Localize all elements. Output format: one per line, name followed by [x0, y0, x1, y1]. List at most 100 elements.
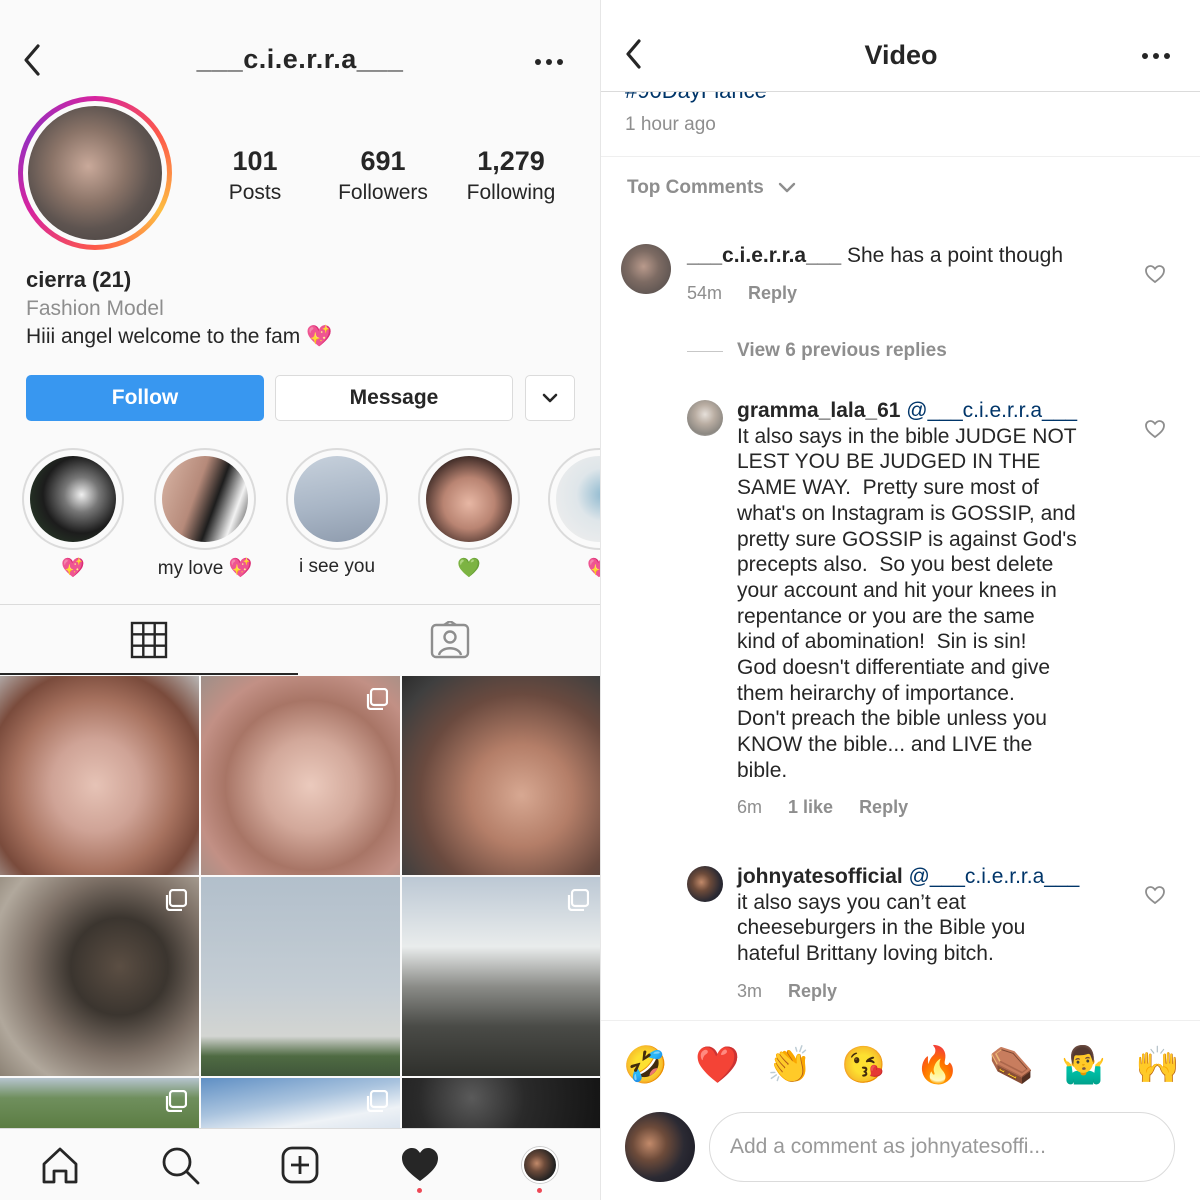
emoji-clap[interactable]: 👏	[767, 1043, 812, 1087]
highlight-caption: 💚	[457, 558, 481, 579]
follow-button[interactable]: Follow	[26, 375, 264, 421]
profile-avatar[interactable]	[18, 96, 172, 250]
highlight-caption: 💖	[61, 558, 85, 579]
nav-home[interactable]	[38, 1143, 82, 1187]
stat-number: 691	[360, 146, 406, 176]
comment-time: 3m	[737, 981, 763, 1001]
comment-line: repentance or you are the same	[737, 604, 1035, 628]
comment-meta: 3m Reply	[737, 981, 837, 1002]
highlight-caption: my love 💖	[157, 558, 253, 579]
comment-line: kind of abomination! Sin is sin!	[737, 630, 1027, 654]
status-bar	[40, 0, 580, 4]
view-previous-replies[interactable]: View 6 previous replies	[687, 340, 947, 362]
more-options-button[interactable]	[1139, 46, 1179, 66]
comment-line: cheeseburgers in the Bible you	[737, 916, 1026, 940]
likes-count[interactable]: 1 like	[788, 797, 833, 818]
notification-dot	[537, 1188, 542, 1193]
comment-input[interactable]	[709, 1112, 1175, 1182]
emoji-rofl[interactable]: 🤣	[623, 1043, 668, 1087]
story-highlight[interactable]: 💖	[548, 448, 600, 580]
heart-outline-icon[interactable]	[1144, 418, 1166, 440]
top-comments-label: Top Comments	[627, 177, 764, 198]
stat-number: 101	[232, 146, 278, 176]
tab-tagged[interactable]	[298, 605, 600, 675]
highlight-ring	[548, 448, 600, 550]
profile-bio: Hiii angel welcome to the fam 💖	[26, 325, 333, 348]
post-thumbnail[interactable]	[201, 877, 400, 1076]
highlight-cover	[426, 456, 512, 542]
nav-profile[interactable]	[518, 1143, 562, 1193]
post-thumbnail[interactable]	[402, 1078, 600, 1128]
stat-followers[interactable]: 691 Followers	[318, 146, 448, 205]
current-user-avatar	[625, 1112, 695, 1182]
reply-button[interactable]: Reply	[748, 283, 797, 304]
comment-username[interactable]: johnyatesofficial	[737, 865, 903, 888]
highlight-ring	[286, 448, 388, 550]
multiple-posts-icon	[366, 688, 388, 710]
comment-line: KNOW the bible... and LIVE the	[737, 733, 1033, 757]
highlight-ring	[154, 448, 256, 550]
comment-meta: 6m 1 like Reply	[737, 797, 908, 818]
story-highlight[interactable]: my love 💖	[154, 448, 256, 580]
message-button[interactable]: Message	[275, 375, 513, 421]
dot-icon	[534, 59, 541, 65]
highlight-cover	[556, 456, 600, 542]
stat-number: 1,279	[477, 146, 545, 176]
nav-create[interactable]	[278, 1143, 322, 1187]
emoji-shrug[interactable]: 🤷‍♂️	[1061, 1043, 1106, 1087]
post-thumbnail[interactable]	[201, 1078, 400, 1128]
story-highlight[interactable]: 💖	[22, 448, 124, 580]
post-thumbnail[interactable]	[402, 877, 600, 1076]
story-highlight[interactable]: 💚	[418, 448, 520, 580]
comment-username[interactable]: gramma_lala_61	[737, 399, 900, 422]
comment-mention[interactable]: @___c.i.e.r.r.a___	[909, 865, 1080, 888]
comment-body: gramma_lala_61 @___c.i.e.r.r.a___ It als…	[737, 398, 1177, 784]
chevron-down-icon	[778, 182, 796, 193]
suggested-dropdown-button[interactable]	[525, 375, 575, 421]
quick-emoji-bar: 🤣 ❤️ 👏 😘 🔥 ⚰️ 🤷‍♂️ 🙌	[601, 1020, 1200, 1106]
post-thumbnail[interactable]	[402, 676, 600, 875]
heart-outline-icon[interactable]	[1144, 263, 1166, 285]
post-thumbnail[interactable]	[201, 676, 400, 875]
reply-button[interactable]: Reply	[788, 981, 837, 1002]
comment-username[interactable]: ___c.i.e.r.r.a___	[687, 244, 841, 267]
post-thumbnail[interactable]	[0, 676, 199, 875]
bottom-navigation	[0, 1128, 600, 1200]
profile-header: ___c.i.e.r.r.a___	[0, 30, 600, 90]
emoji-kiss[interactable]: 😘	[841, 1043, 886, 1087]
emoji-raised-hands[interactable]: 🙌	[1135, 1043, 1180, 1087]
emoji-fire[interactable]: 🔥	[915, 1043, 960, 1087]
story-highlight[interactable]: i see you	[286, 448, 388, 580]
comment-line: your account and hit your knees in	[737, 578, 1057, 602]
stat-posts[interactable]: 101 Posts	[190, 146, 320, 205]
comment-time: 54m	[687, 283, 723, 303]
comment-mention[interactable]: @___c.i.e.r.r.a___	[906, 399, 1077, 422]
nav-activity[interactable]	[398, 1143, 442, 1193]
top-comments-toggle[interactable]: Top Comments	[627, 177, 796, 199]
tab-grid[interactable]	[0, 605, 298, 675]
more-options-button[interactable]	[532, 52, 572, 72]
post-timestamp: 1 hour ago	[625, 114, 716, 135]
profile-tabs	[0, 604, 600, 675]
highlight-caption: i see you	[298, 556, 376, 577]
stat-label: Following	[466, 181, 556, 204]
stat-following[interactable]: 1,279 Following	[446, 146, 576, 205]
grid-icon	[130, 621, 168, 659]
highlight-cover	[30, 456, 116, 542]
post-thumbnail[interactable]	[0, 1078, 199, 1128]
comment-line: what's on Instagram is GOSSIP, and	[737, 501, 1076, 525]
emoji-heart[interactable]: ❤️	[695, 1043, 740, 1087]
reply-button[interactable]: Reply	[859, 797, 908, 818]
emoji-coffin[interactable]: ⚰️	[989, 1043, 1034, 1087]
notification-dot	[417, 1188, 422, 1193]
nav-search[interactable]	[158, 1143, 202, 1187]
comment-avatar[interactable]	[687, 866, 723, 902]
comment-line: LEST YOU BE JUDGED IN THE	[737, 450, 1041, 474]
comment-avatar[interactable]	[621, 244, 671, 294]
dot-icon	[1141, 53, 1148, 59]
multiple-posts-icon	[165, 889, 187, 911]
heart-outline-icon[interactable]	[1144, 884, 1166, 906]
comment-line: SAME WAY. Pretty sure most of	[737, 476, 1039, 500]
post-thumbnail[interactable]	[0, 877, 199, 1076]
comment-avatar[interactable]	[687, 400, 723, 436]
